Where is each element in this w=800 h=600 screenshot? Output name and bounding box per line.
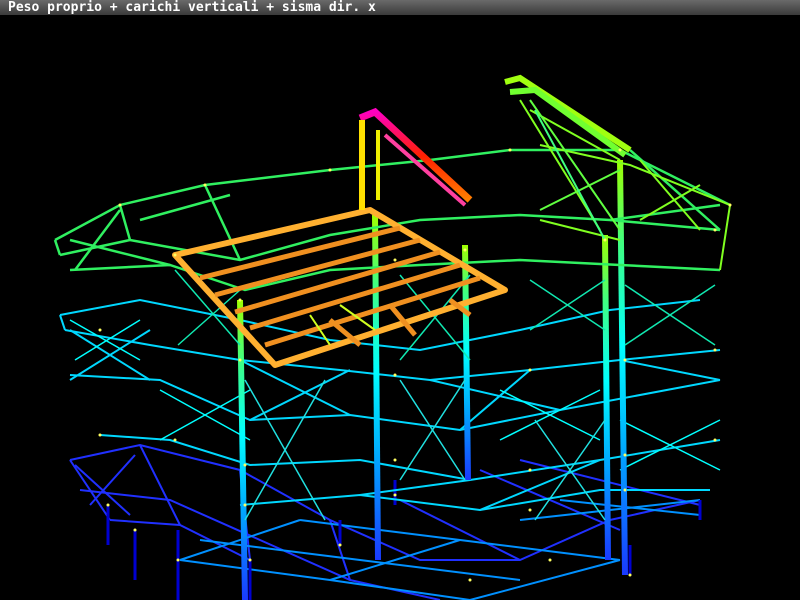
app-window: Peso proprio + carichi verticali + sisma…: [0, 0, 800, 600]
columns: [97, 80, 718, 600]
structure-nodes: [98, 148, 732, 582]
structure-3d-viewport[interactable]: [0, 15, 800, 600]
title-bar[interactable]: Peso proprio + carichi verticali + sisma…: [0, 0, 800, 16]
window-title: Peso proprio + carichi verticali + sisma…: [8, 0, 376, 15]
structural-model-render: [53, 74, 732, 600]
